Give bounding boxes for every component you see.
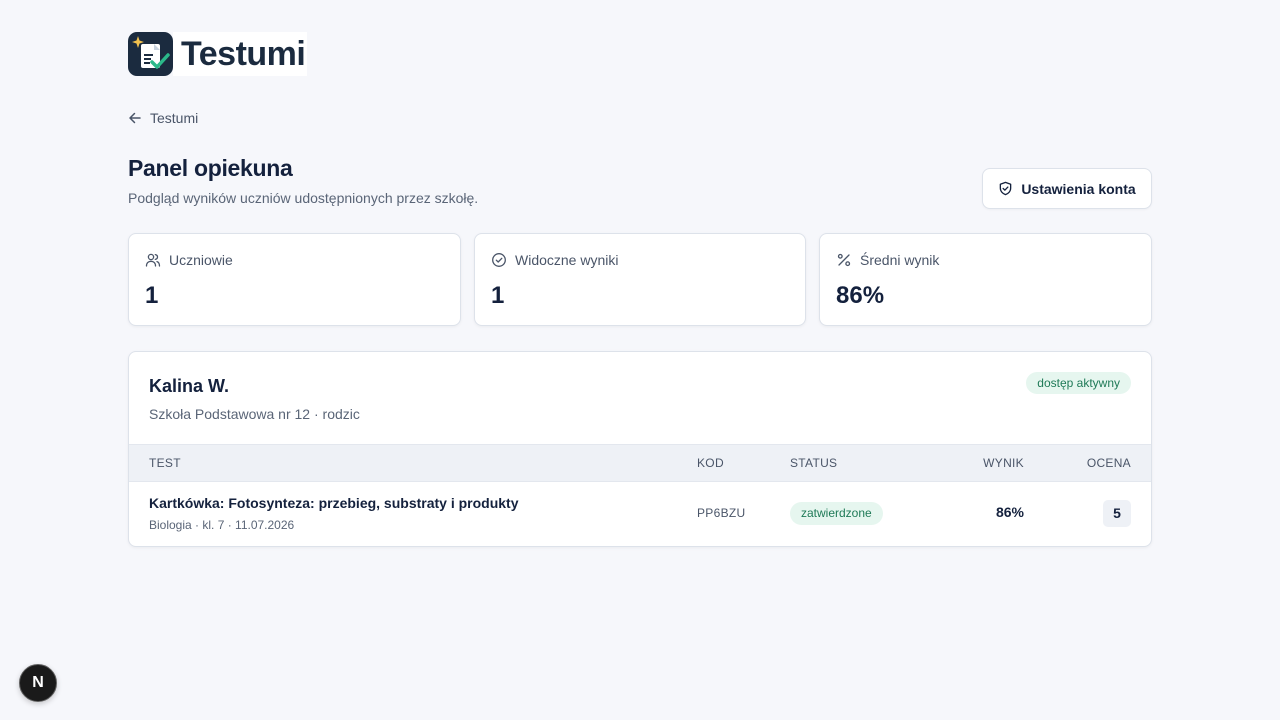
arrow-left-icon (128, 111, 142, 125)
brand-logo[interactable]: Testumi (128, 32, 308, 76)
student-meta: Szkoła Podstawowa nr 12 · rodzic (149, 406, 360, 422)
page-subtitle: Podgląd wyników uczniów udostępnionych p… (128, 190, 479, 206)
stat-label: Uczniowie (169, 252, 233, 268)
column-header-code: KOD (697, 456, 724, 470)
stat-value: 86% (836, 282, 885, 309)
back-link[interactable]: Testumi (128, 108, 198, 128)
back-link-label: Testumi (150, 110, 199, 126)
logo-icon (128, 32, 173, 76)
account-settings-label: Ustawienia konta (1021, 180, 1136, 197)
column-header-score: WYNIK (983, 456, 1024, 470)
dev-tools-indicator-button[interactable]: N (19, 664, 57, 702)
status-badge: zatwierdzone (790, 502, 883, 525)
results-table-header: TEST KOD STATUS WYNIK OCENA (129, 444, 1151, 482)
test-grade: 5 (1103, 500, 1131, 527)
column-header-test: TEST (149, 456, 181, 470)
shield-check-icon (998, 181, 1013, 196)
table-row[interactable]: Kartkówka: Fotosynteza: przebieg, substr… (129, 482, 1151, 546)
brand-name: Testumi (173, 32, 308, 76)
check-circle-icon (491, 252, 507, 268)
student-card: Kalina W. Szkoła Podstawowa nr 12 · rodz… (128, 351, 1152, 547)
test-score: 86% (995, 504, 1024, 520)
stat-label: Średni wynik (860, 252, 940, 268)
stat-label: Widoczne wyniki (515, 252, 619, 268)
percent-icon (836, 252, 852, 268)
stat-value: 1 (491, 282, 505, 309)
stat-card-average-score: Średni wynik 86% (819, 233, 1152, 326)
page-title: Panel opiekuna (128, 155, 293, 181)
users-icon (145, 252, 161, 268)
column-header-grade: OCENA (1086, 456, 1131, 470)
account-settings-button[interactable]: Ustawienia konta (982, 168, 1152, 209)
test-details: Biologia · kl. 7 · 11.07.2026 (149, 518, 295, 532)
column-header-status: STATUS (790, 456, 838, 470)
next-logo-icon: N (32, 674, 44, 691)
student-name: Kalina W. (149, 376, 230, 396)
stat-card-students: Uczniowie 1 (128, 233, 461, 326)
stat-card-visible-results: Widoczne wyniki 1 (474, 233, 806, 326)
test-code: PP6BZU (697, 506, 746, 520)
stat-value: 1 (145, 282, 159, 309)
test-title: Kartkówka: Fotosynteza: przebieg, substr… (149, 495, 519, 511)
access-status-badge: dostęp aktywny (1026, 372, 1131, 394)
